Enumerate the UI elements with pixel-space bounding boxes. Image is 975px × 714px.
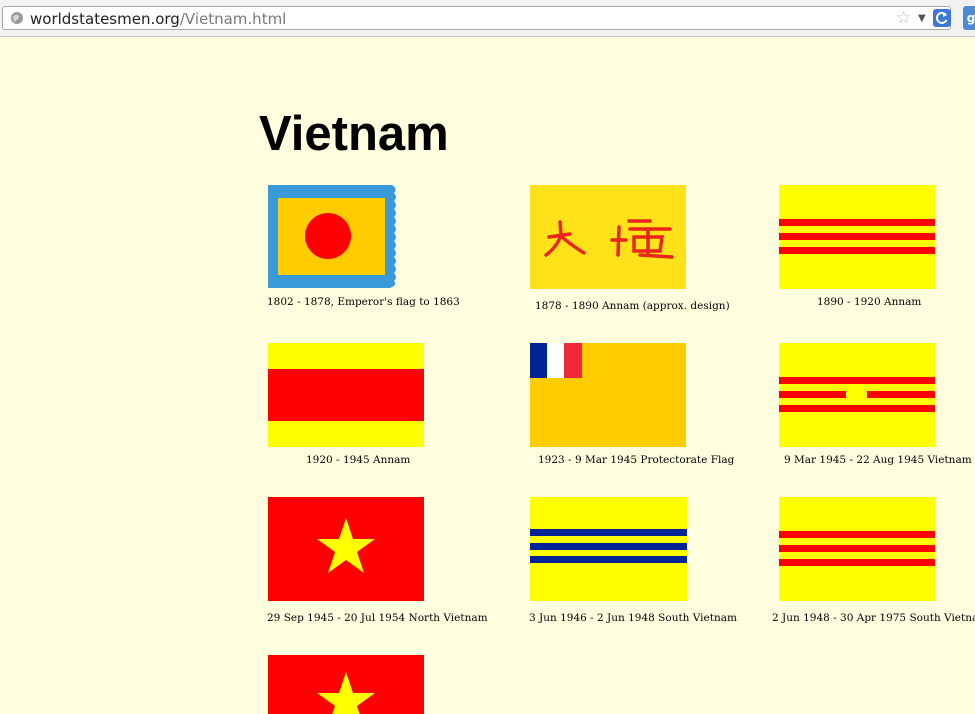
flag-caption: 1923 - 9 Mar 1945 Protectorate Flag: [538, 454, 735, 466]
flag-south-vietnam-1948: [779, 497, 935, 601]
extension-icon[interactable]: g: [963, 6, 975, 30]
address-bar[interactable]: worldstatesmen.org/Vietnam.html ☆ ▼: [2, 6, 951, 30]
flag-caption: 1890 - 1920 Annam: [817, 296, 922, 308]
url-path: /Vietnam.html: [179, 10, 287, 28]
flag-caption: 29 Sep 1945 - 20 Jul 1954 North Vietnam: [267, 612, 488, 624]
browser-toolbar: worldstatesmen.org/Vietnam.html ☆ ▼ g: [0, 0, 975, 37]
flag-emperor-1802: [268, 185, 396, 288]
flag-caption: 1878 - 1890 Annam (approx. design): [535, 300, 730, 312]
flag-vietnam-current: [268, 655, 424, 714]
flag-caption: 1920 - 1945 Annam: [306, 454, 411, 466]
dropdown-arrow-icon[interactable]: ▼: [918, 10, 926, 28]
flag-annam-1890: [779, 185, 935, 289]
flag-south-vietnam-1946: [530, 497, 687, 601]
flag-caption: 3 Jun 1946 - 2 Jun 1948 South Vietnam: [529, 612, 737, 624]
flag-protectorate-1923: [530, 343, 686, 447]
flag-caption: 9 Mar 1945 - 22 Aug 1945 Vietnam: [784, 454, 972, 466]
flag-annam-1920: [268, 343, 424, 447]
flag-annam-1878: [530, 185, 686, 289]
flag-vietnam-1945: [779, 343, 935, 447]
page-title: Vietnam: [259, 107, 449, 161]
bookmark-star-icon[interactable]: ☆: [896, 8, 911, 28]
flag-north-vietnam: [268, 497, 424, 601]
url-text[interactable]: worldstatesmen.org/Vietnam.html: [30, 10, 286, 28]
flag-caption: 1802 - 1878, Emperor's flag to 1863: [267, 296, 460, 308]
url-host: worldstatesmen.org: [30, 10, 180, 28]
flag-caption: 2 Jun 1948 - 30 Apr 1975 South Vietnam: [772, 612, 975, 624]
reload-icon[interactable]: [933, 9, 951, 27]
globe-icon: [11, 12, 23, 24]
